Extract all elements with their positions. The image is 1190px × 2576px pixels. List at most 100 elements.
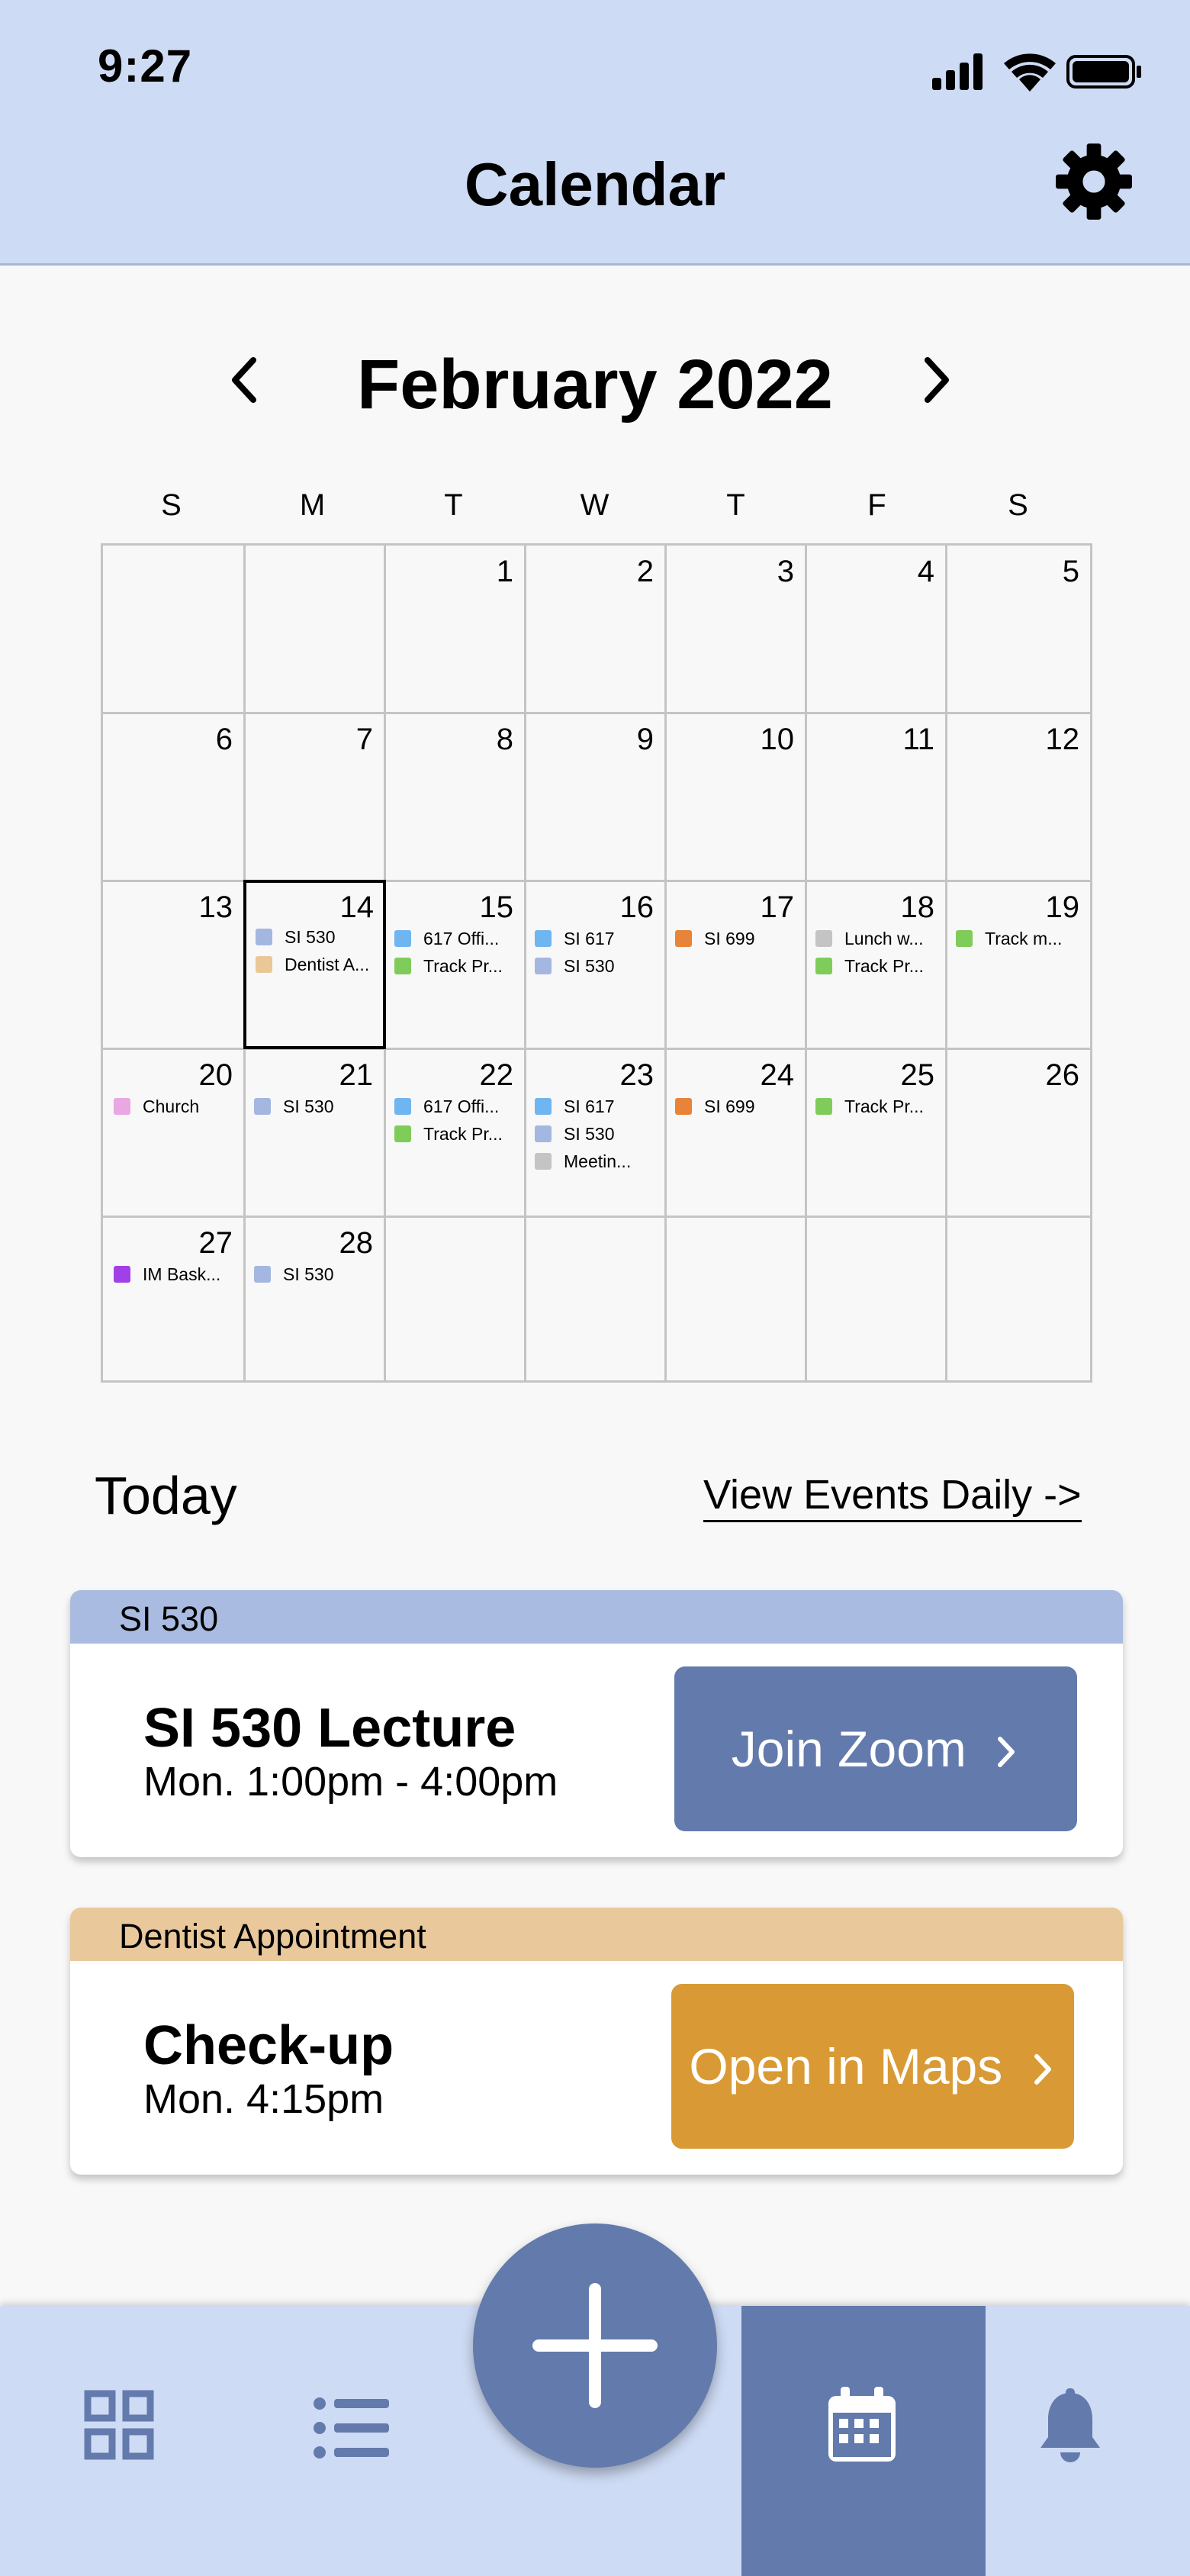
add-event-button[interactable] (473, 2223, 717, 2468)
day-number: 7 (355, 723, 373, 756)
event-color-dot (256, 929, 272, 945)
calendar-day[interactable]: 9 (524, 713, 664, 880)
day-number: 17 (760, 890, 795, 924)
event-card-header: Dentist Appointment (70, 1908, 1123, 1961)
calendar-event[interactable]: Track Pr... (815, 1096, 924, 1117)
calendar-event[interactable]: Dentist A... (256, 955, 369, 975)
page-title: Calendar (464, 150, 726, 218)
event-title: SI 530 Lecture (143, 1698, 516, 1759)
event-color-dot (535, 1098, 552, 1115)
calendar-day[interactable]: 4 (805, 546, 945, 712)
calendar-day[interactable]: 16 SI 617 SI 530 (524, 881, 664, 1048)
calendar-event[interactable]: 617 Offi... (394, 1096, 499, 1117)
open-in-maps-button[interactable]: Open in Maps (671, 1984, 1074, 2149)
event-color-dot (815, 930, 832, 947)
calendar-day[interactable]: 22 617 Offi... Track Pr... (384, 1049, 524, 1216)
event-color-dot (675, 930, 692, 947)
signal-icon (932, 53, 983, 90)
month-title: February 2022 (357, 346, 833, 423)
event-color-dot (394, 1125, 411, 1142)
day-number: 23 (619, 1058, 654, 1092)
button-label: Open in Maps (689, 2038, 1003, 2095)
calendar-event[interactable]: SI 530 (535, 1124, 615, 1145)
calendar-day[interactable]: 21 SI 530 (243, 1049, 384, 1216)
today-heading: Today (95, 1466, 237, 1525)
event-color-dot (394, 958, 411, 974)
calendar-day[interactable]: 10 (664, 713, 805, 880)
event-label: SI 617 (564, 1096, 615, 1116)
calendar-day-today[interactable]: 14 SI 530 Dentist A... (243, 880, 386, 1049)
calendar-event[interactable]: Track Pr... (394, 956, 503, 977)
calendar-day[interactable]: 8 (384, 713, 524, 880)
event-label: Track Pr... (844, 956, 924, 976)
calendar-day[interactable]: 12 (945, 713, 1090, 880)
join-zoom-button[interactable]: Join Zoom (674, 1666, 1077, 1831)
calendar-day[interactable]: 24 SI 699 (664, 1049, 805, 1216)
event-color-dot (956, 930, 973, 947)
calendar-day[interactable]: 5 (945, 546, 1090, 712)
calendar-day[interactable]: 28 SI 530 (243, 1217, 384, 1380)
event-color-dot (394, 1098, 411, 1115)
day-number: 15 (479, 890, 514, 924)
calendar-event[interactable]: SI 530 (256, 927, 336, 948)
day-number: 2 (636, 555, 654, 588)
calendar-event[interactable]: SI 617 (535, 1096, 615, 1117)
event-card[interactable]: Dentist Appointment Check-up Mon. 4:15pm… (70, 1908, 1123, 2175)
weekday-label: S (161, 488, 182, 522)
bell-icon (1040, 2388, 1100, 2462)
nav-notifications[interactable] (986, 2306, 1190, 2576)
calendar-day[interactable]: 19 Track m... (945, 881, 1090, 1048)
calendar-day[interactable]: 15 617 Offi... Track Pr... (384, 881, 524, 1048)
nav-dashboard[interactable] (0, 2306, 244, 2576)
calendar-day[interactable]: 26 (945, 1049, 1090, 1216)
calendar-day[interactable]: 2 (524, 546, 664, 712)
day-number: 6 (215, 723, 233, 756)
calendar-event[interactable]: Meetin... (535, 1151, 631, 1172)
calendar-day[interactable]: 7 (243, 713, 384, 880)
calendar-event[interactable]: 617 Offi... (394, 929, 499, 949)
calendar-event[interactable]: SI 530 (535, 956, 615, 977)
top-bar: 9:27 Calendar (0, 0, 1190, 266)
calendar-day[interactable]: 18 Lunch w... Track Pr... (805, 881, 945, 1048)
event-color-dot (114, 1266, 130, 1283)
day-number: 10 (760, 723, 795, 756)
event-card[interactable]: SI 530 SI 530 Lecture Mon. 1:00pm - 4:00… (70, 1590, 1123, 1857)
gear-icon[interactable] (1054, 142, 1134, 221)
event-label: SI 530 (564, 956, 615, 976)
calendar-event[interactable]: SI 530 (254, 1264, 334, 1285)
calendar-day[interactable]: 6 (103, 713, 243, 880)
calendar-event[interactable]: SI 617 (535, 929, 615, 949)
calendar-day[interactable]: 11 (805, 713, 945, 880)
calendar-event[interactable]: Track Pr... (815, 956, 924, 977)
day-number: 8 (496, 723, 513, 756)
event-label: SI 699 (704, 929, 755, 948)
calendar-day[interactable]: 13 (103, 881, 243, 1048)
event-color-dot (114, 1098, 130, 1115)
event-label: Dentist A... (285, 955, 370, 974)
calendar-day[interactable]: 17 SI 699 (664, 881, 805, 1048)
calendar-day[interactable]: 3 (664, 546, 805, 712)
chevron-right-icon[interactable] (914, 349, 960, 411)
calendar-event[interactable]: SI 699 (675, 1096, 755, 1117)
calendar-event[interactable]: Track Pr... (394, 1124, 503, 1145)
wifi-icon (1004, 53, 1056, 92)
view-events-daily-link[interactable]: View Events Daily -> (703, 1471, 1082, 1522)
calendar-day[interactable]: 20 Church (103, 1049, 243, 1216)
calendar-day[interactable]: 25 Track Pr... (805, 1049, 945, 1216)
calendar-event[interactable]: IM Bask... (114, 1264, 220, 1285)
event-label: 617 Offi... (423, 1096, 500, 1116)
calendar-event[interactable]: Track m... (956, 929, 1062, 949)
event-label: SI 530 (283, 1264, 334, 1284)
calendar-event[interactable]: SI 530 (254, 1096, 334, 1117)
event-label: SI 699 (704, 1096, 755, 1116)
event-color-dot (394, 930, 411, 947)
calendar-event[interactable]: SI 699 (675, 929, 755, 949)
calendar-event[interactable]: Church (114, 1096, 199, 1117)
calendar-day[interactable]: 23 SI 617 SI 530 Meetin... (524, 1049, 664, 1216)
day-number: 1 (496, 555, 513, 588)
calendar-day[interactable]: 1 (384, 546, 524, 712)
calendar-event[interactable]: Lunch w... (815, 929, 924, 949)
calendar-day[interactable]: 27 IM Bask... (103, 1217, 243, 1380)
nav-calendar[interactable] (741, 2306, 986, 2576)
nav-list[interactable] (244, 2306, 488, 2576)
